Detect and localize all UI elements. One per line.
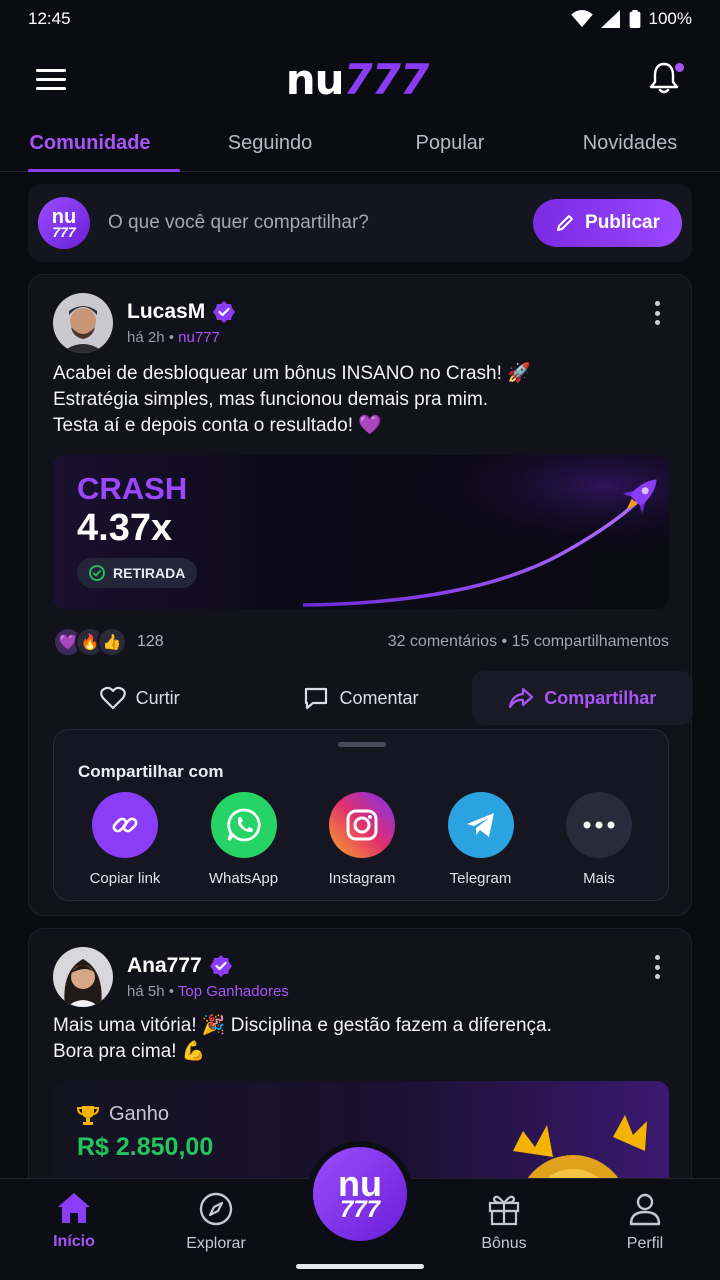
telegram-icon (466, 813, 494, 837)
reactions[interactable]: 💜 🔥 👍 128 (53, 627, 164, 657)
reactions-count: 128 (137, 633, 164, 650)
feed-tabs: Comunidade Seguindo Popular Novidades (0, 116, 720, 172)
pencil-icon (557, 215, 574, 231)
share-sheet: Compartilhar com Copiar link WhatsApp In… (53, 729, 669, 901)
comments-count[interactable]: 32 comentários (388, 633, 497, 650)
battery-icon (629, 10, 640, 28)
crash-multiplier: 4.37x (77, 507, 173, 549)
post-time: há 2h (127, 329, 165, 346)
post-tag[interactable]: nu777 (178, 329, 220, 346)
post-time: há 5h (127, 983, 165, 1000)
profile-icon (629, 1193, 661, 1226)
post-card: LucasM há 2h • nu777 Acabei de desbloque… (28, 274, 693, 916)
tab-comunidade[interactable]: Comunidade (0, 116, 180, 172)
whatsapp-icon (226, 808, 261, 842)
more-icon (583, 821, 615, 829)
verified-badge-icon (213, 301, 236, 323)
comment-icon (305, 687, 328, 710)
nav-profile[interactable]: Perfil (590, 1191, 700, 1253)
status-time: 12:45 (28, 9, 71, 28)
crash-result-banner[interactable]: CRASH 4.37x RETIRADA (53, 455, 669, 609)
post-text: Mais uma vitória! 🎉 Disciplina e gestão … (53, 1015, 552, 1062)
menu-icon[interactable] (36, 67, 66, 91)
home-indicator[interactable] (296, 1264, 424, 1269)
share-sheet-title: Compartilhar com (78, 762, 224, 781)
share-copy-link[interactable]: Copiar link (66, 792, 184, 887)
like-button[interactable]: Curtir (29, 671, 250, 725)
post-text: Acabei de desbloquear um bônus INSANO no… (53, 363, 531, 436)
tab-novidades[interactable]: Novidades (540, 116, 720, 171)
post-options-icon[interactable] (653, 955, 661, 979)
share-more[interactable]: Mais (540, 792, 658, 887)
battery-level: 100% (648, 9, 692, 28)
post-actions: Curtir Comentar Compartilhar (29, 671, 693, 725)
share-instagram[interactable]: Instagram (303, 792, 421, 887)
status-bar: 12:45 100% (0, 0, 720, 38)
cashout-badge: RETIRADA (77, 558, 198, 588)
check-circle-icon (89, 565, 105, 581)
sheet-handle[interactable] (338, 742, 386, 747)
nav-home[interactable]: Início (19, 1191, 129, 1251)
nu777-fab-button[interactable]: nu 777 (313, 1147, 407, 1241)
trophy-icon (77, 1105, 99, 1125)
comment-button[interactable]: Comentar (250, 671, 471, 725)
share-telegram[interactable]: Telegram (422, 792, 540, 887)
post-tag[interactable]: Top Ganhadores (178, 983, 289, 1000)
post-header: Ana777 há 5h • Top Ganhadores (53, 947, 289, 1007)
signal-icon (600, 10, 620, 28)
link-icon (112, 817, 138, 833)
author-avatar[interactable] (53, 293, 113, 353)
crash-title: CRASH (77, 471, 188, 506)
author-name[interactable]: LucasM (127, 300, 205, 324)
app-logo: nu 777 (285, 54, 429, 104)
crash-curve-graphic (243, 455, 669, 609)
notification-dot (674, 63, 684, 72)
gift-icon (488, 1195, 520, 1226)
post-composer: nu 777 O que você quer compartilhar? Pub… (28, 184, 692, 262)
notifications-button[interactable] (648, 61, 684, 97)
user-avatar[interactable]: nu 777 (38, 197, 90, 249)
composer-input[interactable]: O que você quer compartilhar? (108, 212, 533, 234)
compass-icon (199, 1192, 233, 1226)
app-header: nu 777 (0, 44, 720, 114)
post-options-icon[interactable] (653, 301, 661, 325)
thumbs-up-reaction-icon: 👍 (97, 627, 127, 657)
share-whatsapp[interactable]: WhatsApp (185, 792, 303, 887)
share-icon (509, 687, 534, 709)
nav-bonus[interactable]: Bônus (449, 1191, 559, 1253)
instagram-icon (346, 809, 378, 841)
shares-count[interactable]: 15 compartilhamentos (512, 633, 669, 650)
heart-icon (99, 686, 126, 710)
share-button[interactable]: Compartilhar (471, 671, 693, 725)
nav-explore[interactable]: Explorar (161, 1191, 271, 1253)
post-stats: 💜 🔥 👍 128 32 comentários • 15 compartilh… (53, 627, 669, 657)
win-amount: R$ 2.850,00 (77, 1133, 214, 1161)
publish-button[interactable]: Publicar (533, 199, 682, 247)
win-label: Ganho (109, 1103, 170, 1125)
wifi-icon (570, 10, 593, 28)
home-icon (58, 1193, 90, 1223)
verified-badge-icon (209, 955, 232, 977)
tab-seguindo[interactable]: Seguindo (180, 116, 360, 171)
tab-popular[interactable]: Popular (360, 116, 540, 171)
author-avatar[interactable] (53, 947, 113, 1007)
author-name[interactable]: Ana777 (127, 954, 202, 978)
post-header: LucasM há 2h • nu777 (53, 293, 236, 353)
